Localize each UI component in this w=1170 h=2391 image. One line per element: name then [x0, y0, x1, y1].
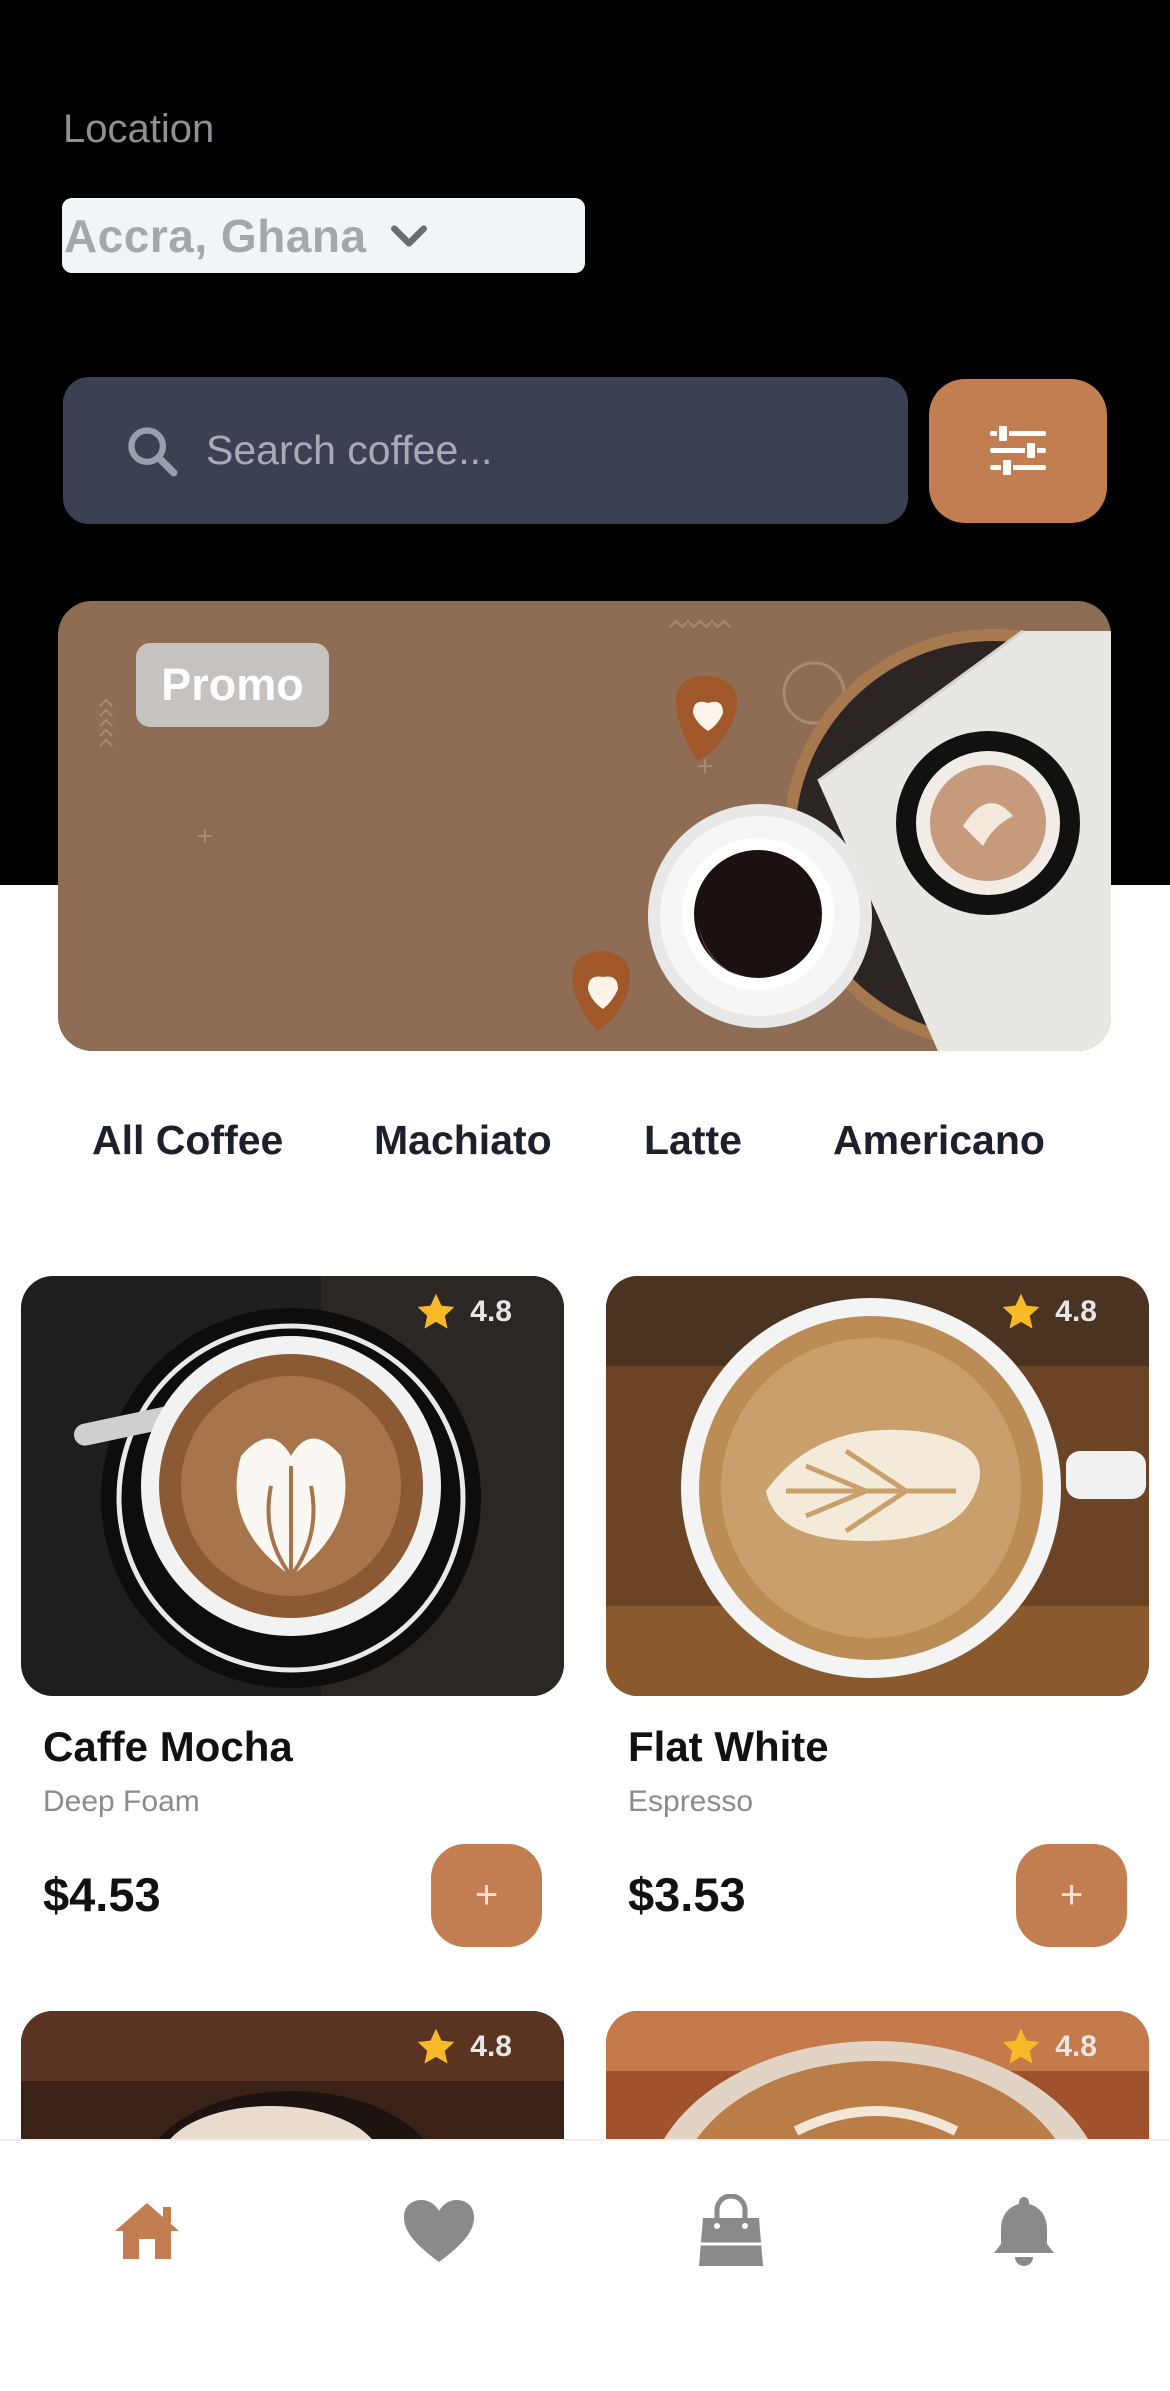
- rating: 4.8: [999, 2025, 1097, 2069]
- add-to-cart-button[interactable]: +: [1016, 1844, 1127, 1947]
- nav-home[interactable]: [107, 2191, 187, 2271]
- product-name: Caffe Mocha: [43, 1723, 293, 1770]
- bag-icon: [699, 2194, 763, 2266]
- tab-machiato[interactable]: Machiato: [374, 1117, 552, 1164]
- product-card[interactable]: 4.8 Flat White Espresso $3.53 +: [606, 1276, 1149, 1976]
- product-image: 4.8: [21, 1276, 564, 1696]
- heart-icon: [404, 2200, 474, 2262]
- sliders-icon: [990, 424, 1046, 477]
- rating: 4.8: [414, 2025, 512, 2069]
- rating-value: 4.8: [1055, 2030, 1097, 2063]
- product-image: 4.8: [21, 2011, 564, 2139]
- chevron-down-icon: [390, 224, 427, 247]
- product-card[interactable]: 4.8: [606, 2011, 1149, 2139]
- rating-value: 4.8: [470, 1295, 512, 1328]
- product-card[interactable]: 4.8 Caffe Mocha Deep Foam $4.53 +: [21, 1276, 564, 1976]
- promo-badge: Promo: [136, 643, 329, 727]
- coffee-cup-image: [606, 1276, 1149, 1696]
- rating: 4.8: [999, 1290, 1097, 1334]
- location-value: Accra, Ghana: [64, 209, 367, 262]
- product-card[interactable]: 4.8: [21, 2011, 564, 2139]
- product-price: $4.53: [43, 1868, 161, 1921]
- bell-icon: [994, 2197, 1054, 2266]
- star-icon: [417, 1293, 455, 1329]
- star-icon: [1002, 2028, 1040, 2064]
- location-label: Location: [63, 107, 215, 151]
- category-tabs: All Coffee Machiato Latte Americano: [0, 1117, 1170, 1177]
- location-dropdown[interactable]: Accra, Ghana: [62, 198, 585, 273]
- home-icon: [115, 2203, 179, 2259]
- nav-notifications[interactable]: [984, 2191, 1064, 2271]
- search-bar[interactable]: [63, 377, 908, 524]
- tab-americano[interactable]: Americano: [833, 1117, 1045, 1164]
- tab-all-coffee[interactable]: All Coffee: [92, 1117, 283, 1164]
- product-name: Flat White: [628, 1723, 829, 1770]
- rating-value: 4.8: [1055, 1295, 1097, 1328]
- product-subtitle: Espresso: [628, 1785, 754, 1818]
- coffee-cup-image: [21, 1276, 564, 1696]
- star-icon: [1002, 1293, 1040, 1329]
- star-icon: [417, 2028, 455, 2064]
- filter-button[interactable]: [929, 379, 1107, 523]
- search-input[interactable]: [206, 427, 826, 474]
- rating-value: 4.8: [470, 2030, 512, 2063]
- product-subtitle: Deep Foam: [43, 1785, 200, 1818]
- product-image: 4.8: [606, 2011, 1149, 2139]
- search-icon: [128, 426, 178, 476]
- rating: 4.8: [414, 1290, 512, 1334]
- bottom-navigation: [0, 2139, 1170, 2391]
- promo-banner[interactable]: Promo: [58, 601, 1111, 1051]
- nav-favorites[interactable]: [399, 2191, 479, 2271]
- tab-latte[interactable]: Latte: [644, 1117, 742, 1164]
- add-to-cart-button[interactable]: +: [431, 1844, 542, 1947]
- nav-cart[interactable]: [691, 2191, 771, 2271]
- product-price: $3.53: [628, 1868, 746, 1921]
- product-image: 4.8: [606, 1276, 1149, 1696]
